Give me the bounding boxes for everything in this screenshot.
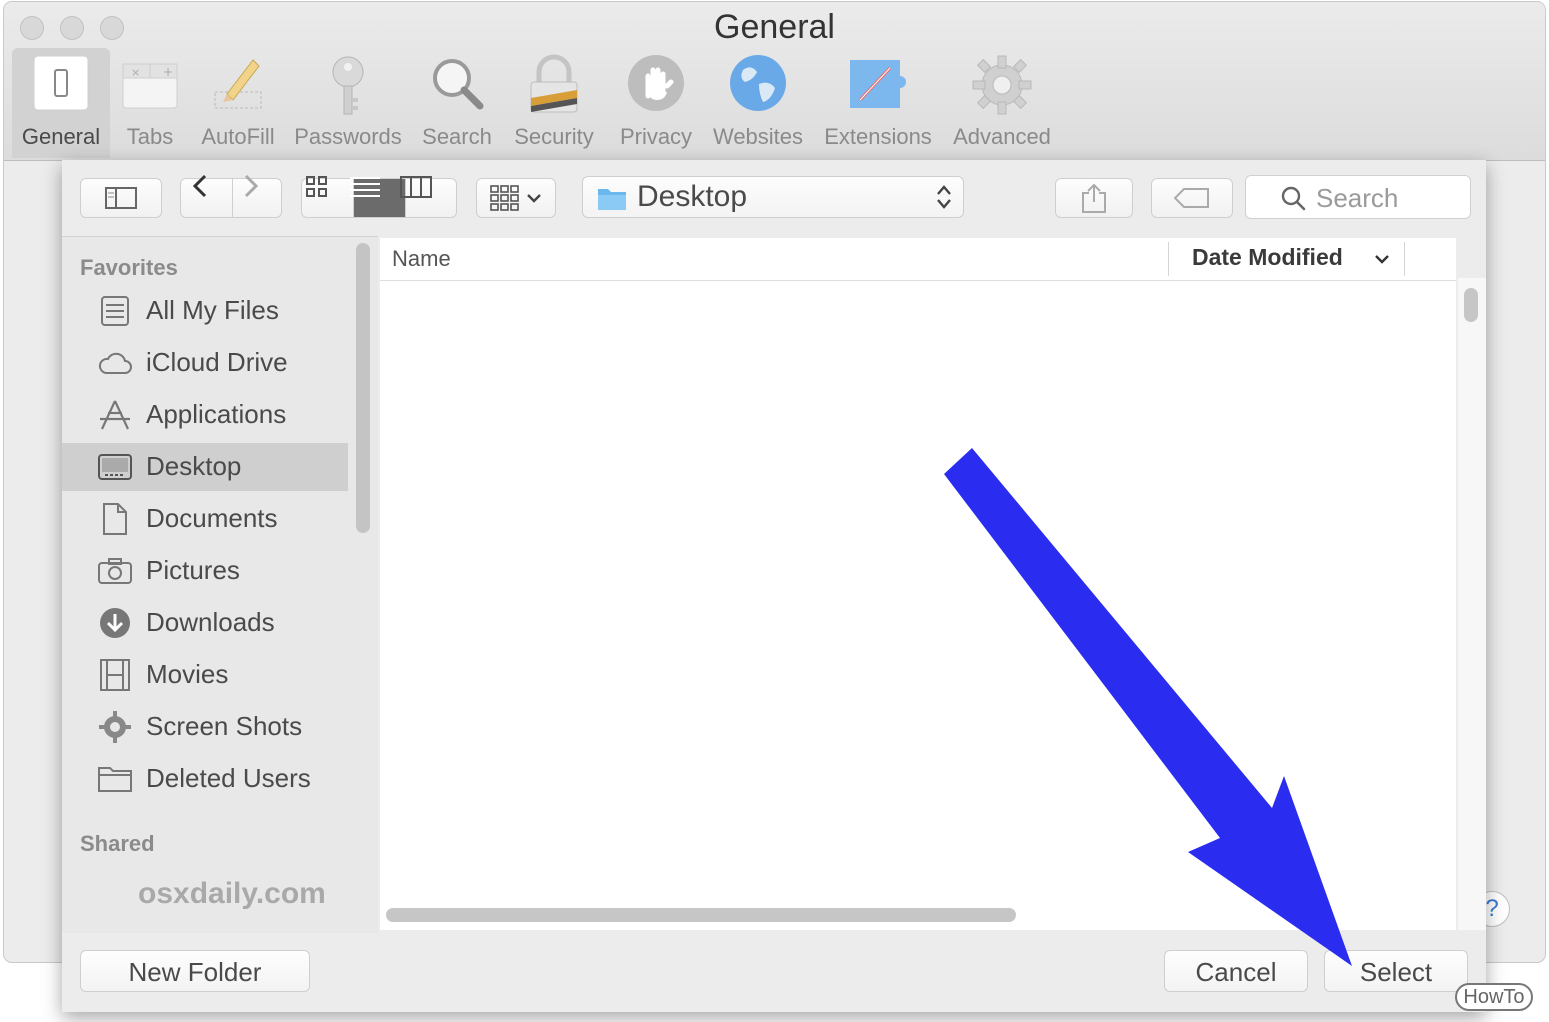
column-divider[interactable] <box>1404 242 1405 276</box>
pencil-icon <box>209 54 267 117</box>
cancel-button[interactable]: Cancel <box>1164 950 1308 992</box>
arrange-icon <box>490 185 541 211</box>
sidebar-scrollbar[interactable] <box>356 243 370 533</box>
share-icon <box>1082 183 1106 213</box>
horizontal-scrollbar[interactable] <box>386 908 1016 922</box>
gear-folder-icon <box>99 711 131 743</box>
list-view-button[interactable] <box>350 177 406 217</box>
toolbar-websites[interactable]: Websites <box>708 48 808 158</box>
cloud-icon <box>98 352 132 374</box>
folder-icon <box>598 189 626 210</box>
sidebar-item-documents[interactable]: Documents <box>62 495 348 543</box>
film-icon <box>100 659 130 691</box>
share-button[interactable] <box>1055 178 1133 218</box>
chevron-left-icon <box>193 174 207 198</box>
toolbar-security[interactable]: Security <box>508 48 600 158</box>
applications-icon <box>100 400 130 430</box>
vertical-scrollbar[interactable] <box>1464 288 1478 322</box>
download-icon <box>100 608 130 638</box>
sidebar-item-downloads[interactable]: Downloads <box>62 599 348 647</box>
sidebar-item-icloud-drive[interactable]: iCloud Drive <box>62 339 348 387</box>
date-modified-column-header[interactable]: Date Modified <box>1192 244 1343 271</box>
globe-icon <box>729 54 787 117</box>
window-title: General <box>714 8 835 46</box>
tag-button[interactable] <box>1151 178 1233 218</box>
title-bar: General General × + Tabs AutoFill Passwor… <box>4 2 1545 161</box>
sidebar-item-desktop[interactable]: Desktop <box>62 443 348 491</box>
gear-icon <box>971 54 1033 121</box>
up-down-chevron-icon <box>937 185 951 209</box>
watermark: osxdaily.com <box>138 877 326 910</box>
select-button[interactable]: Select <box>1324 950 1468 992</box>
location-label: Desktop <box>637 180 748 213</box>
toolbar-search[interactable]: Search <box>418 48 496 158</box>
toolbar-extensions[interactable]: Extensions <box>820 48 936 158</box>
new-folder-button[interactable]: New Folder <box>80 950 310 992</box>
location-popup[interactable]: Desktop <box>582 176 964 218</box>
toolbar-general[interactable]: General <box>12 48 110 158</box>
group-by-button[interactable] <box>476 178 556 218</box>
vertical-scroll-track <box>1458 278 1486 930</box>
key-icon <box>319 54 377 123</box>
chevron-right-icon <box>244 174 258 198</box>
back-button[interactable] <box>181 174 233 217</box>
sidebar-item-screen-shots[interactable]: Screen Shots <box>62 703 348 751</box>
folder-icon <box>98 767 132 792</box>
column-divider[interactable] <box>1168 242 1169 276</box>
columns-icon <box>400 176 432 198</box>
hand-icon <box>627 54 685 117</box>
howto-badge: HowTo <box>1455 983 1533 1011</box>
sidebar: Favorites All My Files iCloud Drive Appl… <box>62 236 378 933</box>
document-icon <box>103 503 127 535</box>
file-list: Name Date Modified <box>380 238 1456 930</box>
back-forward-control <box>180 174 283 218</box>
column-view-button[interactable] <box>400 176 458 217</box>
camera-icon <box>98 558 132 584</box>
magnifier-icon <box>428 54 486 117</box>
sidebar-icon <box>105 187 137 209</box>
forward-button[interactable] <box>233 174 283 217</box>
icon-view-button[interactable] <box>302 176 354 217</box>
sidebar-item-deleted-users[interactable]: Deleted Users <box>62 755 348 803</box>
favorites-heading: Favorites <box>80 255 178 280</box>
svg-text:×: × <box>131 66 140 79</box>
sidebar-item-pictures[interactable]: Pictures <box>62 547 348 595</box>
search-icon <box>1281 186 1306 211</box>
toolbar-passwords[interactable]: Passwords <box>290 48 406 158</box>
list-icon <box>350 177 380 197</box>
all-files-icon <box>101 296 129 326</box>
general-switch-icon <box>32 54 90 117</box>
sidebar-item-movies[interactable]: Movies <box>62 651 348 699</box>
sidebar-item-all-my-files[interactable]: All My Files <box>62 287 348 335</box>
toolbar-autofill[interactable]: AutoFill <box>196 48 280 158</box>
tag-icon <box>1174 188 1209 208</box>
toolbar-tabs[interactable]: × + Tabs <box>114 48 186 158</box>
lock-icon <box>525 54 583 119</box>
tabs-icon: × + <box>121 54 179 117</box>
toolbar-privacy[interactable]: Privacy <box>612 48 700 158</box>
toolbar-advanced[interactable]: Advanced <box>948 48 1056 158</box>
name-column-header[interactable]: Name <box>392 246 451 272</box>
search-input[interactable] <box>1314 182 1468 214</box>
column-header: Name Date Modified <box>380 238 1456 281</box>
search-field[interactable] <box>1245 175 1471 219</box>
grid-icon <box>306 176 327 197</box>
chevron-down-icon <box>1375 255 1389 264</box>
desktop-icon <box>98 454 132 480</box>
svg-text:+: + <box>163 65 173 79</box>
puzzle-compass-icon <box>846 54 910 117</box>
open-file-sheet: Desktop Favorites All My Files iCloud Dr… <box>62 160 1486 1012</box>
sidebar-item-applications[interactable]: Applications <box>62 391 348 439</box>
view-mode-control <box>301 176 458 218</box>
sidebar-toggle-button[interactable] <box>80 178 162 218</box>
shared-heading: Shared <box>80 831 155 856</box>
